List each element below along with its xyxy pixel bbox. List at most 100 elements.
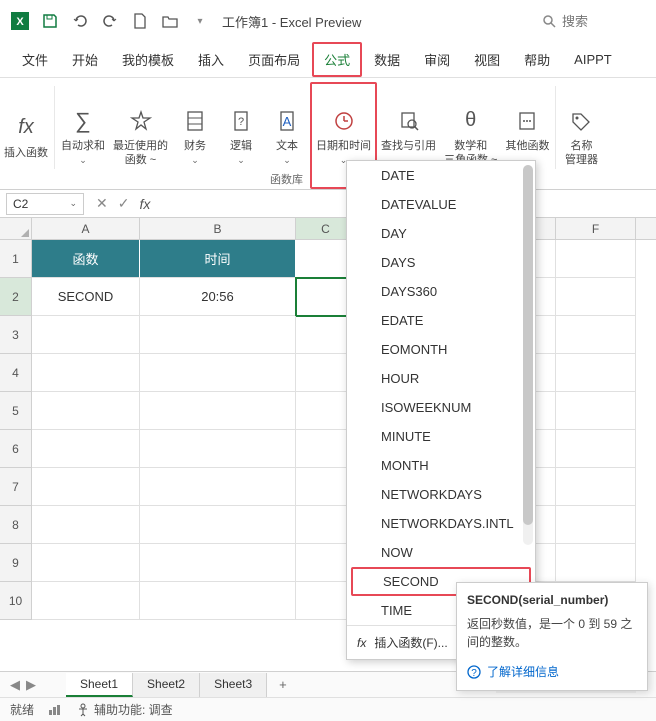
dropdown-item[interactable]: EDATE bbox=[347, 306, 535, 335]
cell[interactable] bbox=[32, 544, 140, 582]
column-header[interactable]: A bbox=[32, 218, 140, 239]
ribbon-tab-3[interactable]: 插入 bbox=[186, 42, 236, 77]
cell[interactable] bbox=[556, 316, 636, 354]
cell[interactable] bbox=[32, 392, 140, 430]
open-button[interactable] bbox=[156, 7, 184, 35]
cell[interactable] bbox=[556, 544, 636, 582]
ribbon-tab-6[interactable]: 数据 bbox=[362, 42, 412, 77]
ribbon-tab-2[interactable]: 我的模板 bbox=[110, 42, 186, 77]
cell[interactable] bbox=[32, 316, 140, 354]
ribbon-tab-1[interactable]: 开始 bbox=[60, 42, 110, 77]
column-header[interactable]: B bbox=[140, 218, 296, 239]
dropdown-item[interactable]: ISOWEEKNUM bbox=[347, 393, 535, 422]
dropdown-item[interactable]: EOMONTH bbox=[347, 335, 535, 364]
cell[interactable] bbox=[140, 316, 296, 354]
add-sheet-button[interactable]: + bbox=[267, 673, 299, 696]
cell[interactable] bbox=[32, 430, 140, 468]
dropdown-item[interactable]: DATE bbox=[347, 161, 535, 190]
cell[interactable]: SECOND bbox=[32, 278, 140, 316]
search-input[interactable] bbox=[562, 14, 642, 29]
cell[interactable] bbox=[140, 544, 296, 582]
cell[interactable] bbox=[140, 354, 296, 392]
enter-icon[interactable]: ✓ bbox=[118, 195, 130, 212]
dropdown-item[interactable]: NETWORKDAYS bbox=[347, 480, 535, 509]
redo-button[interactable] bbox=[96, 7, 124, 35]
cell[interactable] bbox=[140, 468, 296, 506]
dropdown-scrollbar[interactable] bbox=[523, 165, 533, 545]
cell[interactable] bbox=[140, 392, 296, 430]
cell[interactable] bbox=[140, 506, 296, 544]
dropdown-item[interactable]: DAY bbox=[347, 219, 535, 248]
row-header[interactable]: 3 bbox=[0, 316, 32, 354]
insert-function-button[interactable]: fx 插入函数 bbox=[0, 82, 52, 189]
autosum-button[interactable]: ∑ 自动求和 ⌄ bbox=[57, 82, 109, 189]
ribbon-tab-9[interactable]: 帮助 bbox=[512, 42, 562, 77]
cell[interactable] bbox=[140, 582, 296, 620]
financial-button[interactable]: 财务 ⌄ bbox=[172, 82, 218, 189]
cell[interactable] bbox=[556, 506, 636, 544]
sheet-tab[interactable]: Sheet3 bbox=[200, 673, 267, 697]
sheet-next-button[interactable]: ▶ bbox=[26, 677, 36, 693]
dropdown-item[interactable]: DAYS360 bbox=[347, 277, 535, 306]
cell[interactable] bbox=[32, 354, 140, 392]
star-icon bbox=[130, 105, 152, 137]
chevron-down-icon[interactable]: ⌄ bbox=[69, 198, 77, 209]
ribbon-tab-5[interactable]: 公式 bbox=[312, 42, 362, 77]
cell[interactable] bbox=[140, 430, 296, 468]
dropdown-item[interactable]: MONTH bbox=[347, 451, 535, 480]
dropdown-item[interactable]: HOUR bbox=[347, 364, 535, 393]
learn-more-link[interactable]: ? 了解详细信息 bbox=[467, 663, 637, 680]
cell[interactable] bbox=[556, 430, 636, 468]
row-header[interactable]: 10 bbox=[0, 582, 32, 620]
cell[interactable] bbox=[32, 582, 140, 620]
cell[interactable] bbox=[556, 392, 636, 430]
undo-button[interactable] bbox=[66, 7, 94, 35]
save-button[interactable] bbox=[36, 7, 64, 35]
tooltip-description: 返回秒数值，是一个 0 到 59 之间的整数。 bbox=[467, 615, 637, 651]
stats-icon[interactable] bbox=[48, 704, 62, 716]
sheet-tab[interactable]: Sheet1 bbox=[66, 673, 133, 697]
row-header[interactable]: 9 bbox=[0, 544, 32, 582]
name-box[interactable]: C2 ⌄ bbox=[6, 193, 84, 215]
dropdown-item[interactable]: DATEVALUE bbox=[347, 190, 535, 219]
row-header[interactable]: 6 bbox=[0, 430, 32, 468]
row-header[interactable]: 4 bbox=[0, 354, 32, 392]
dropdown-item[interactable]: NETWORKDAYS.INTL bbox=[347, 509, 535, 538]
row-header[interactable]: 2 bbox=[0, 278, 32, 316]
search-box[interactable] bbox=[534, 10, 650, 33]
cell[interactable] bbox=[556, 354, 636, 392]
dropdown-item[interactable]: NOW bbox=[347, 538, 535, 567]
qat-customize[interactable]: ▾ bbox=[186, 7, 214, 35]
cell[interactable] bbox=[32, 468, 140, 506]
sheet-tab[interactable]: Sheet2 bbox=[133, 673, 200, 697]
accessibility-status[interactable]: 辅助功能: 调查 bbox=[76, 701, 173, 718]
cell[interactable]: 函数 bbox=[32, 240, 140, 278]
cell[interactable] bbox=[556, 240, 636, 278]
cell[interactable]: 时间 bbox=[140, 240, 296, 278]
sheet-prev-button[interactable]: ◀ bbox=[10, 677, 20, 693]
row-header[interactable]: 8 bbox=[0, 506, 32, 544]
ribbon-tab-0[interactable]: 文件 bbox=[10, 42, 60, 77]
ribbon-tab-10[interactable]: AIPPT bbox=[562, 44, 624, 75]
dropdown-item[interactable]: MINUTE bbox=[347, 422, 535, 451]
ribbon-tab-8[interactable]: 视图 bbox=[462, 42, 512, 77]
dropdown-item[interactable]: DAYS bbox=[347, 248, 535, 277]
fx-icon[interactable]: fx bbox=[139, 196, 150, 212]
recent-functions-button[interactable]: 最近使用的 函数 ~ bbox=[109, 82, 172, 189]
scroll-thumb[interactable] bbox=[523, 165, 533, 525]
cell[interactable] bbox=[32, 506, 140, 544]
cell[interactable] bbox=[556, 468, 636, 506]
cell[interactable]: 20:56 bbox=[140, 278, 296, 316]
new-file-button[interactable] bbox=[126, 7, 154, 35]
select-all-corner[interactable] bbox=[0, 218, 32, 239]
column-header[interactable]: F bbox=[556, 218, 636, 239]
logical-button[interactable]: ? 逻辑 ⌄ bbox=[218, 82, 264, 189]
row-header[interactable]: 7 bbox=[0, 468, 32, 506]
ribbon-tab-7[interactable]: 审阅 bbox=[412, 42, 462, 77]
row-header[interactable]: 1 bbox=[0, 240, 32, 278]
ribbon-tab-4[interactable]: 页面布局 bbox=[236, 42, 312, 77]
row-header[interactable]: 5 bbox=[0, 392, 32, 430]
cell[interactable] bbox=[556, 278, 636, 316]
cancel-icon[interactable]: ✕ bbox=[96, 195, 108, 212]
name-manager-button[interactable]: 名称 管理器 bbox=[558, 82, 604, 189]
